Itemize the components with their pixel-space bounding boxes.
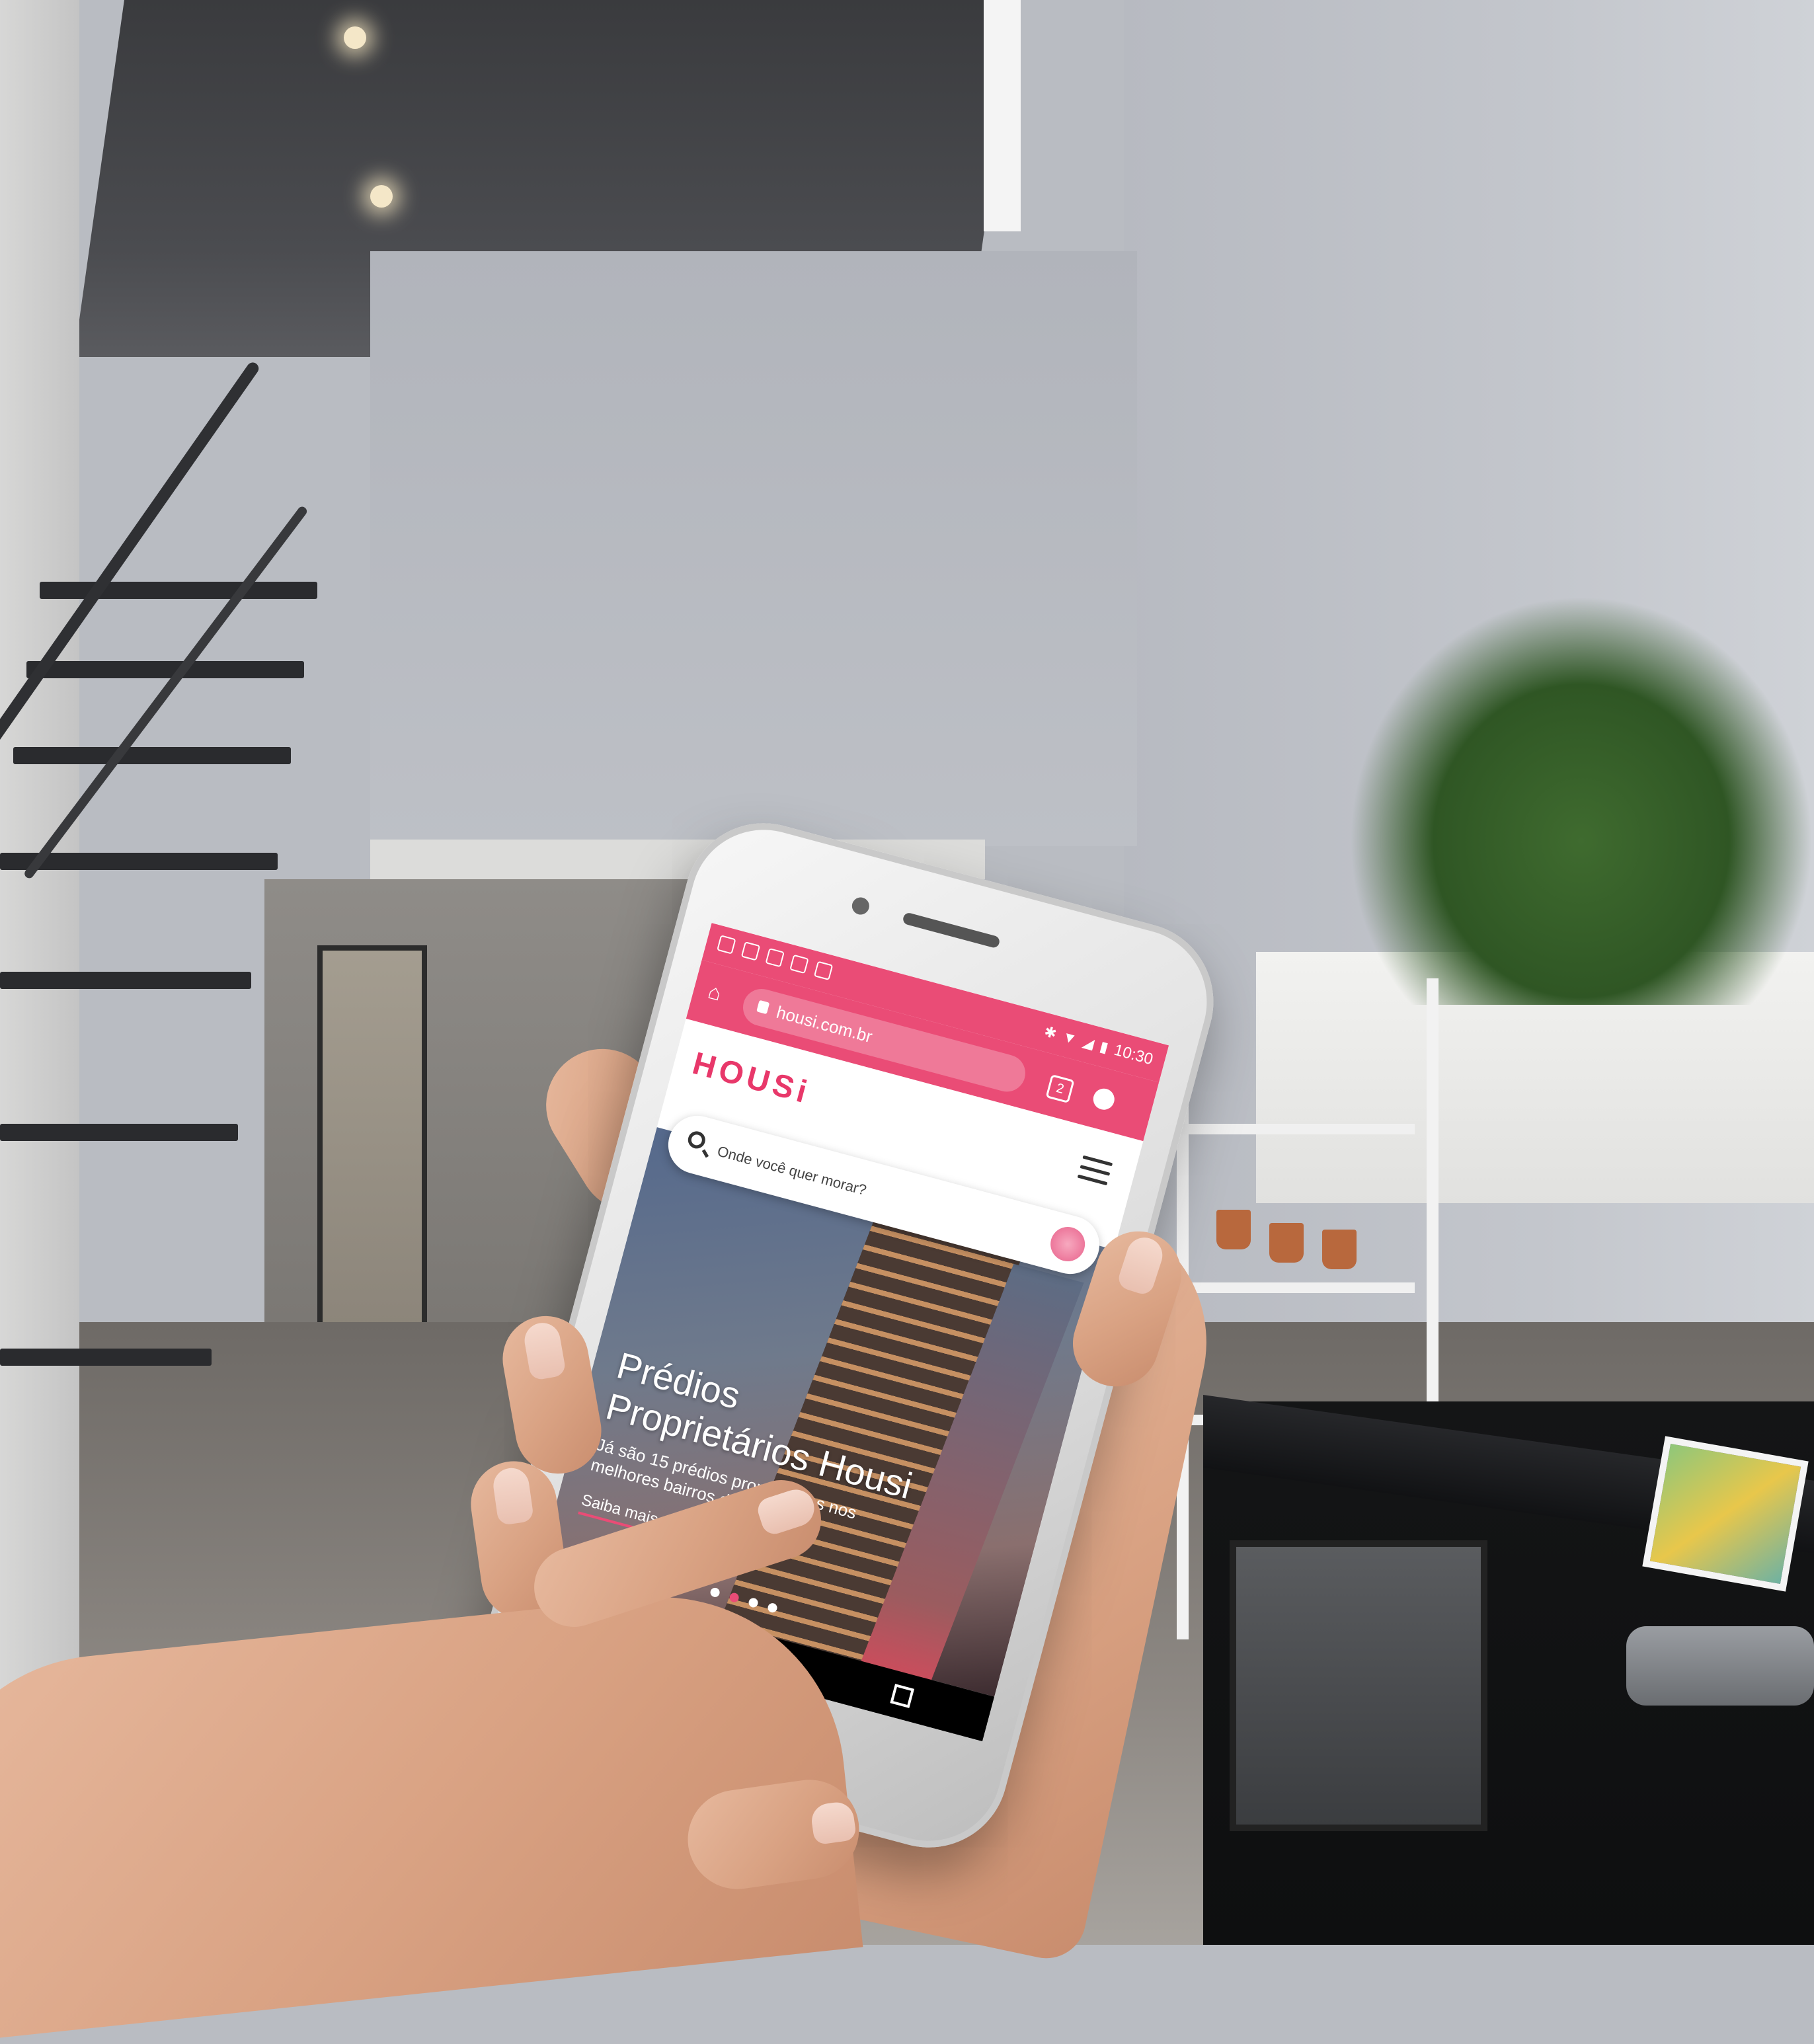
fingernail <box>1115 1233 1167 1297</box>
plant-pot <box>1216 1210 1251 1249</box>
status-time: 10:30 <box>1112 1041 1156 1069</box>
alarm-icon <box>789 954 809 974</box>
image-icon <box>765 947 785 968</box>
front-camera <box>849 895 871 917</box>
fingernail <box>491 1466 535 1526</box>
home-icon[interactable]: ⌂ <box>705 979 730 1005</box>
stair-step <box>26 661 304 678</box>
plant-pot <box>1269 1223 1304 1263</box>
tab-switcher-button[interactable]: 2 <box>1045 1074 1075 1104</box>
carousel-dot[interactable] <box>709 1587 721 1598</box>
ceiling-light <box>370 185 393 208</box>
stair-step <box>0 1124 238 1141</box>
framed-picture <box>1642 1436 1809 1592</box>
fingerprint-icon[interactable] <box>1046 1223 1089 1265</box>
stair-step <box>13 747 291 764</box>
shelf-board <box>1177 1124 1415 1134</box>
lock-icon <box>756 1000 770 1015</box>
hamburger-menu-icon[interactable] <box>1077 1155 1113 1187</box>
doorway <box>317 945 427 1333</box>
plant-pot <box>1322 1230 1357 1269</box>
bluetooth-icon: ✱ <box>1042 1023 1059 1042</box>
message-icon <box>740 941 761 961</box>
fingernail <box>522 1319 567 1382</box>
ceiling-light <box>344 26 366 49</box>
stair-step <box>0 1349 212 1366</box>
facebook-icon <box>717 935 736 955</box>
middle-wall <box>370 251 1137 846</box>
battery-icon: ▮ <box>1098 1037 1111 1056</box>
play-store-icon <box>813 961 834 980</box>
fingernail <box>809 1800 857 1846</box>
stair-step <box>40 582 317 599</box>
stair-step <box>0 972 251 989</box>
search-icon[interactable] <box>686 1129 707 1151</box>
housi-logo[interactable]: HOUSi <box>689 1045 814 1111</box>
browser-menu-icon[interactable] <box>1091 1086 1117 1113</box>
oven <box>1230 1540 1487 1831</box>
recents-icon[interactable] <box>890 1684 915 1708</box>
fingernail <box>754 1485 819 1538</box>
signal-icon: ◢ <box>1081 1033 1096 1052</box>
earpiece-speaker <box>902 912 1001 949</box>
wifi-icon: ▼ <box>1060 1027 1079 1048</box>
pendant-lamp <box>984 0 1021 231</box>
sink <box>1626 1626 1814 1706</box>
shelf-board <box>1177 1282 1415 1293</box>
fern-plant <box>1349 595 1814 1005</box>
